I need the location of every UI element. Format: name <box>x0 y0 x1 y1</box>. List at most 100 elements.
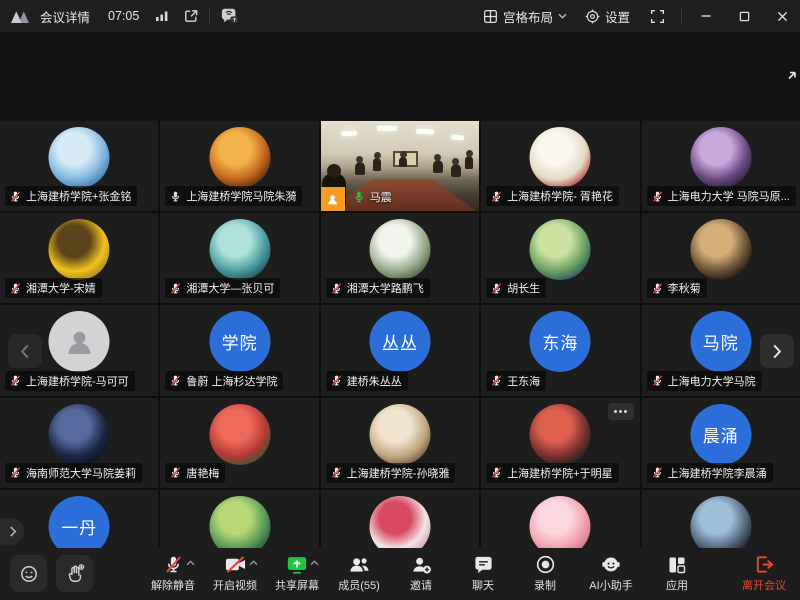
participant-tile[interactable]: 晨涌 上海建桥学院李晨涌 <box>642 398 800 488</box>
mic-status-icon <box>352 190 366 204</box>
participant-tile[interactable]: 东海 王东海 <box>481 305 639 395</box>
next-page-button[interactable] <box>760 334 794 368</box>
share-options-chevron[interactable] <box>310 553 319 571</box>
participant-tile[interactable]: 上海建桥学院- 胥艳花 <box>481 121 639 211</box>
participant-tile[interactable]: 海南师范大学马院姜莉 <box>0 398 158 488</box>
participant-tile[interactable]: 上海建桥学院-孙晓雅 <box>321 398 479 488</box>
leave-meeting-icon <box>754 552 775 575</box>
participant-tile[interactable]: 湘潭大学-宋婧 <box>0 213 158 303</box>
members-label: 成员(55) <box>338 577 380 593</box>
participant-tile[interactable]: 丛丛 建桥朱丛丛 <box>321 305 479 395</box>
meeting-details-button[interactable]: 会议详情 <box>40 7 90 26</box>
participant-tile[interactable]: 学院 鲁蔚 上海杉达学院 <box>160 305 318 395</box>
avatar <box>49 127 110 188</box>
participant-tile[interactable]: 湘潭大学—张贝可 <box>160 213 318 303</box>
minimize-button[interactable] <box>692 2 720 30</box>
participant-name: 上海建桥学院李晨涌 <box>668 465 767 481</box>
settings-button[interactable]: 设置 <box>585 7 630 26</box>
emoji-reaction-button[interactable] <box>10 555 47 592</box>
video-frame-decor <box>355 162 365 175</box>
video-grid: 上海建桥学院+张金铭 上海建桥学院马院朱漪 马震 上海建桥学院- 胥艳花 上海电… <box>0 121 800 580</box>
meeting-details-label: 会议详情 <box>40 7 90 26</box>
settings-label: 设置 <box>605 7 630 26</box>
invite-button[interactable]: 邀请 <box>390 552 452 596</box>
avatar <box>209 219 270 280</box>
host-badge-icon <box>321 187 345 211</box>
participant-name-tag: 上海建桥学院- 胥艳花 <box>486 186 619 206</box>
maximize-button[interactable] <box>730 2 758 30</box>
mic-status-icon <box>490 190 503 203</box>
participant-tile[interactable]: 上海建桥学院+于明星 <box>481 398 639 488</box>
mic-status-icon <box>490 466 503 479</box>
avatar: 马院 <box>690 311 751 372</box>
unmute-label: 解除静音 <box>151 577 195 593</box>
app-logo-icon <box>10 9 30 24</box>
participant-name: 上海建桥学院+于明星 <box>507 465 612 481</box>
participant-name-tag: 建桥朱丛丛 <box>326 371 408 391</box>
members-button[interactable]: 成员(55) <box>328 552 390 596</box>
unmute-button[interactable]: 解除静音 <box>142 552 204 596</box>
participant-tile[interactable]: 李秋菊 <box>642 213 800 303</box>
participant-tile[interactable]: 唐艳梅 <box>160 398 318 488</box>
apps-button[interactable]: 应用 <box>646 552 708 596</box>
previous-page-button[interactable] <box>8 334 42 368</box>
participant-name: 上海电力大学马院 <box>668 373 756 389</box>
layout-switcher[interactable]: 宫格布局 <box>483 7 567 26</box>
video-frame-decor <box>399 157 407 167</box>
participant-tile[interactable]: 上海建桥学院马院朱漪 <box>160 121 318 211</box>
mic-status-icon <box>169 190 182 203</box>
participant-tile[interactable]: 胡长生 <box>481 213 639 303</box>
fullscreen-icon[interactable] <box>650 9 665 24</box>
avatar <box>369 219 430 280</box>
avatar <box>49 311 110 372</box>
participant-name: 建桥朱丛丛 <box>347 373 402 389</box>
record-button[interactable]: 录制 <box>514 552 576 596</box>
avatar: 晨涌 <box>690 404 751 465</box>
chat-button[interactable]: 聊天 <box>452 552 514 596</box>
pop-out-icon[interactable] <box>183 8 199 24</box>
participant-name-tag: 唐艳梅 <box>165 463 225 483</box>
avatar <box>209 404 270 465</box>
ai-assistant-button[interactable]: AI小助手 <box>576 552 646 596</box>
video-frame-decor <box>416 129 434 135</box>
participant-name-tag: 马震 <box>348 187 398 207</box>
close-button[interactable] <box>768 2 796 30</box>
record-icon <box>535 552 556 575</box>
tile-more-button[interactable] <box>608 403 634 420</box>
participant-name-tag: 胡长生 <box>486 278 546 298</box>
ai-assistant-icon <box>600 552 622 575</box>
leave-meeting-label: 离开会议 <box>742 577 786 593</box>
mic-status-icon <box>169 374 182 387</box>
mic-muted-icon <box>163 552 184 575</box>
side-panel-handle-icon[interactable] <box>786 68 798 86</box>
participant-name-tag: 上海建桥学院+张金铭 <box>5 186 137 206</box>
mic-options-chevron[interactable] <box>186 553 195 571</box>
participant-name: 上海建桥学院-孙晓雅 <box>347 465 450 481</box>
network-signal-icon[interactable] <box>155 10 169 22</box>
participant-name: 上海建桥学院马院朱漪 <box>186 188 296 204</box>
mic-status-icon <box>330 374 343 387</box>
participant-tile[interactable]: 上海建桥学院+张金铭 <box>0 121 158 211</box>
avatar <box>49 219 110 280</box>
avatar <box>369 404 430 465</box>
start-video-label: 开启视频 <box>213 577 257 593</box>
participant-name-tag: 上海建桥学院马院朱漪 <box>165 186 302 206</box>
avatar <box>49 404 110 465</box>
share-screen-button[interactable]: 共享屏幕 <box>266 552 328 596</box>
title-bar-right: 宫格布局 设置 <box>483 2 800 30</box>
participant-name: 上海电力大学 马院马原... <box>668 188 790 204</box>
participant-name-tag: 李秋菊 <box>647 278 707 298</box>
start-video-button[interactable]: 开启视频 <box>204 552 266 596</box>
participant-tile[interactable]: 上海电力大学 马院马原... <box>642 121 800 211</box>
participant-name-tag: 湘潭大学-宋婧 <box>5 278 102 298</box>
audio-mode-icon[interactable] <box>220 7 240 25</box>
members-icon <box>348 552 371 575</box>
participant-tile[interactable]: 湘潭大学路鹏飞 <box>321 213 479 303</box>
raise-hand-button[interactable] <box>56 555 93 592</box>
mic-status-icon <box>651 282 664 295</box>
participant-tile[interactable]: 马震 <box>321 121 479 211</box>
leave-meeting-button[interactable]: 离开会议 <box>742 552 786 593</box>
mic-status-icon <box>9 466 22 479</box>
camera-options-chevron[interactable] <box>249 553 258 571</box>
participant-name: 王东海 <box>507 373 540 389</box>
